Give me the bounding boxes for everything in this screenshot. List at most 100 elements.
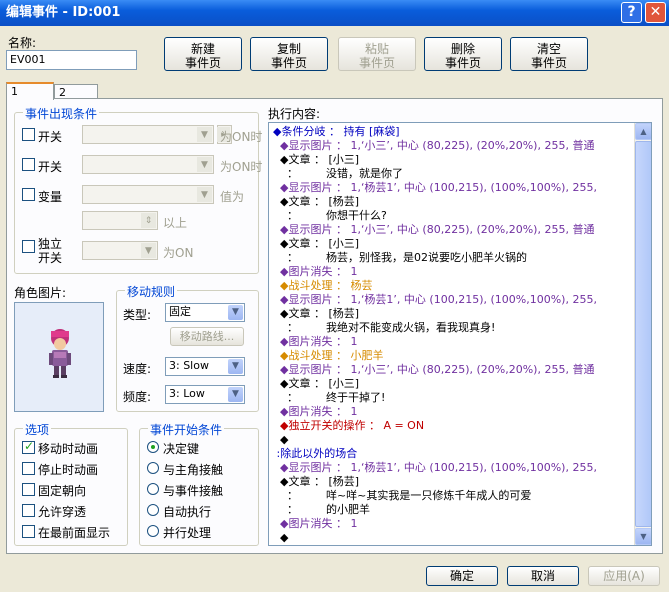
variable-label: 变量 — [38, 190, 63, 204]
delete-page-button[interactable]: 删除 事件页 — [424, 37, 502, 71]
close-button[interactable]: ✕ — [645, 2, 666, 23]
scroll-down-icon[interactable]: ▼ — [635, 528, 651, 545]
clear-page-button[interactable]: 清空 事件页 — [510, 37, 588, 71]
command-line[interactable]: :除此以外的场合 — [273, 447, 651, 461]
commands-scrollbar[interactable]: ▲ ▼ — [634, 123, 651, 545]
command-line[interactable]: ◆显示图片 ： 1,‘小三’, 中心 (80,225), (20%,20%), … — [273, 223, 651, 237]
option-label-4: 在最前面显示 — [38, 526, 111, 540]
command-line[interactable]: ： 咩~咩~其实我是一只修炼千年成人的可爱 — [273, 489, 651, 503]
frequency-label: 频度: — [123, 390, 152, 404]
move-route-button[interactable]: 移动路线... — [170, 327, 244, 346]
command-line[interactable]: ◆独立开关的操作 ： A = ON — [273, 419, 651, 433]
command-line[interactable]: ◆文章 ： [杨芸] — [273, 475, 651, 489]
command-line[interactable]: ◆显示图片 ： 1,‘杨芸1’, 中心 (100,215), (100%,100… — [273, 181, 651, 195]
trigger-radio-3[interactable] — [147, 504, 159, 516]
speed-select[interactable]: 3: Slow ▼ — [165, 357, 245, 376]
option-label-1: 停止时动画 — [38, 463, 99, 477]
name-label: 名称: — [8, 36, 37, 50]
conditions-title: 事件出现条件 — [23, 105, 100, 122]
command-lines: ◆条件分岐 ： 持有 [麻袋] ◆显示图片 ： 1,‘小三’, 中心 (80,2… — [269, 123, 651, 545]
option-checkbox-4[interactable] — [22, 525, 35, 538]
ok-button[interactable]: 确定 — [426, 566, 498, 586]
copy-page-button[interactable]: 复制 事件页 — [250, 37, 328, 71]
variable-checkbox[interactable] — [22, 188, 35, 201]
switch2-label: 开关 — [38, 160, 63, 174]
command-line[interactable]: ◆显示图片 ： 1,‘杨芸1’, 中心 (100,215), (100%,100… — [273, 461, 651, 475]
trigger-title: 事件开始条件 — [148, 421, 225, 438]
variable-value-spin[interactable]: ⇕ — [82, 211, 158, 230]
command-line[interactable]: ◆条件分岐 ： 持有 [麻袋] — [273, 125, 651, 139]
command-line[interactable]: ◆图片消失 ： 1 — [273, 517, 651, 531]
command-line[interactable]: ◆文章 ： [小三] — [273, 153, 651, 167]
command-line[interactable]: ◆战斗处理 ： 杨芸 — [273, 279, 651, 293]
command-line[interactable]: ： 没错，就是你了 — [273, 167, 651, 181]
switch1-select[interactable]: ▼ — [82, 125, 214, 144]
self-switch-suffix: 为ON — [163, 246, 194, 260]
graphic-label: 角色图片: — [14, 286, 67, 300]
option-checkbox-0[interactable] — [22, 439, 35, 454]
command-line[interactable]: ◆显示图片 ： 1,‘小三’, 中心 (80,225), (20%,20%), … — [273, 139, 651, 153]
trigger-label-3: 自动执行 — [163, 505, 212, 519]
chevron-down-icon: ▼ — [228, 359, 243, 374]
command-line[interactable]: ◆文章 ： [杨芸] — [273, 195, 651, 209]
option-checkbox-2[interactable] — [22, 483, 35, 496]
command-line[interactable]: ◆文章 ： [小三] — [273, 377, 651, 391]
switch2-select[interactable]: ▼ — [82, 155, 214, 174]
cancel-button[interactable]: 取消 — [507, 566, 579, 586]
movement-title: 移动规则 — [125, 283, 178, 300]
command-line[interactable]: ◆显示图片 ： 1,‘杨芸1’, 中心 (100,215), (100%,100… — [273, 293, 651, 307]
paste-page-button[interactable]: 粘贴 事件页 — [338, 37, 416, 71]
trigger-radio-0[interactable] — [147, 441, 159, 453]
switch1-label: 开关 — [38, 130, 63, 144]
command-line[interactable]: ◆文章 ： [小三] — [273, 237, 651, 251]
command-line[interactable]: ◆战斗处理 ： 小肥羊 — [273, 349, 651, 363]
command-line[interactable]: ： 我绝对不能变成火锅，看我现真身! — [273, 321, 651, 335]
scroll-up-icon[interactable]: ▲ — [635, 123, 651, 140]
trigger-radio-4[interactable] — [147, 525, 159, 537]
self-switch-label: 独立 开关 — [38, 237, 63, 265]
trigger-label-0: 决定键 — [163, 442, 200, 456]
trigger-label-4: 并行处理 — [163, 526, 212, 540]
close-icon: ✕ — [649, 4, 662, 20]
option-checkbox-1[interactable] — [22, 462, 35, 475]
speed-label: 速度: — [123, 362, 152, 376]
chevron-down-icon: ▼ — [197, 127, 212, 142]
command-line[interactable]: ◆文章 ： [杨芸] — [273, 307, 651, 321]
spin-icon: ⇕ — [141, 213, 156, 228]
command-line[interactable]: ◆图片消失 ： 1 — [273, 335, 651, 349]
switch2-checkbox[interactable] — [22, 158, 35, 171]
trigger-label-2: 与事件接触 — [163, 484, 224, 498]
new-page-button[interactable]: 新建 事件页 — [164, 37, 242, 71]
command-line[interactable]: ： 你想干什么? — [273, 209, 651, 223]
self-switch-select[interactable]: ▼ — [82, 241, 158, 260]
name-input[interactable]: EV001 — [6, 50, 137, 70]
trigger-radio-2[interactable] — [147, 483, 159, 495]
contents-label: 执行内容: — [268, 107, 321, 121]
movement-type-select[interactable]: 固定 ▼ — [165, 303, 245, 322]
apply-button[interactable]: 应用(A) — [588, 566, 660, 586]
tab-page-2[interactable]: 2 — [54, 84, 98, 99]
command-line[interactable]: ◆图片消失 ： 1 — [273, 265, 651, 279]
command-line[interactable]: ◆ — [273, 433, 651, 447]
frequency-select[interactable]: 3: Low ▼ — [165, 385, 245, 404]
command-line[interactable]: ： 的小肥羊 — [273, 503, 651, 517]
character-graphic[interactable] — [14, 302, 104, 412]
chevron-down-icon: ▼ — [228, 305, 243, 320]
switch1-suffix: 为ON时 — [220, 130, 263, 144]
switch1-checkbox[interactable] — [22, 128, 35, 141]
variable-select[interactable]: ▼ — [82, 185, 214, 204]
help-button[interactable]: ? — [621, 2, 642, 23]
scroll-thumb[interactable] — [635, 141, 651, 527]
trigger-radio-1[interactable] — [147, 462, 159, 474]
command-line[interactable]: ◆ — [273, 531, 651, 545]
command-line[interactable]: ： 杨芸，别怪我，是02说要吃小肥羊火锅的 — [273, 251, 651, 265]
self-switch-checkbox[interactable] — [22, 240, 35, 253]
command-line[interactable]: ◆显示图片 ： 1,‘小三’, 中心 (80,225), (20%,20%), … — [273, 363, 651, 377]
event-commands-list[interactable]: ◆条件分岐 ： 持有 [麻袋] ◆显示图片 ： 1,‘小三’, 中心 (80,2… — [268, 122, 652, 546]
switch2-suffix: 为ON时 — [220, 160, 263, 174]
chevron-down-icon: ▼ — [141, 243, 156, 258]
command-line[interactable]: ◆图片消失 ： 1 — [273, 405, 651, 419]
option-checkbox-3[interactable] — [22, 504, 35, 517]
tab-page-1[interactable]: 1 — [6, 82, 54, 100]
command-line[interactable]: ： 终于干掉了! — [273, 391, 651, 405]
